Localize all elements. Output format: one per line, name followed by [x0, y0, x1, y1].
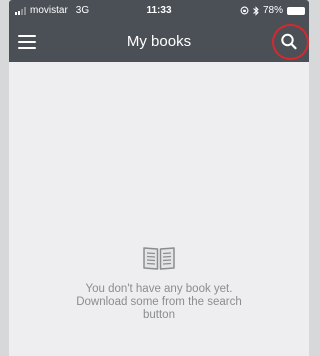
- navigation-bar: My books: [9, 22, 309, 62]
- bluetooth-icon: [253, 5, 259, 16]
- phone-screen: movistar 3G 11:33 78% My books You don't…: [9, 0, 309, 356]
- status-bar: movistar 3G 11:33 78%: [9, 0, 309, 22]
- battery-percent: 78%: [262, 5, 283, 16]
- status-right: 78%: [240, 5, 305, 16]
- page-title: My books: [126, 33, 192, 50]
- empty-message: You don't have any book yet. Download so…: [76, 283, 242, 321]
- orientation-lock-icon: [240, 6, 249, 15]
- battery-icon: [287, 6, 305, 15]
- open-book-icon: [143, 247, 175, 270]
- search-highlight-ring: [272, 24, 309, 60]
- books-content-area: You don't have any book yet. Download so…: [9, 62, 309, 356]
- empty-state: You don't have any book yet. Download so…: [9, 244, 309, 322]
